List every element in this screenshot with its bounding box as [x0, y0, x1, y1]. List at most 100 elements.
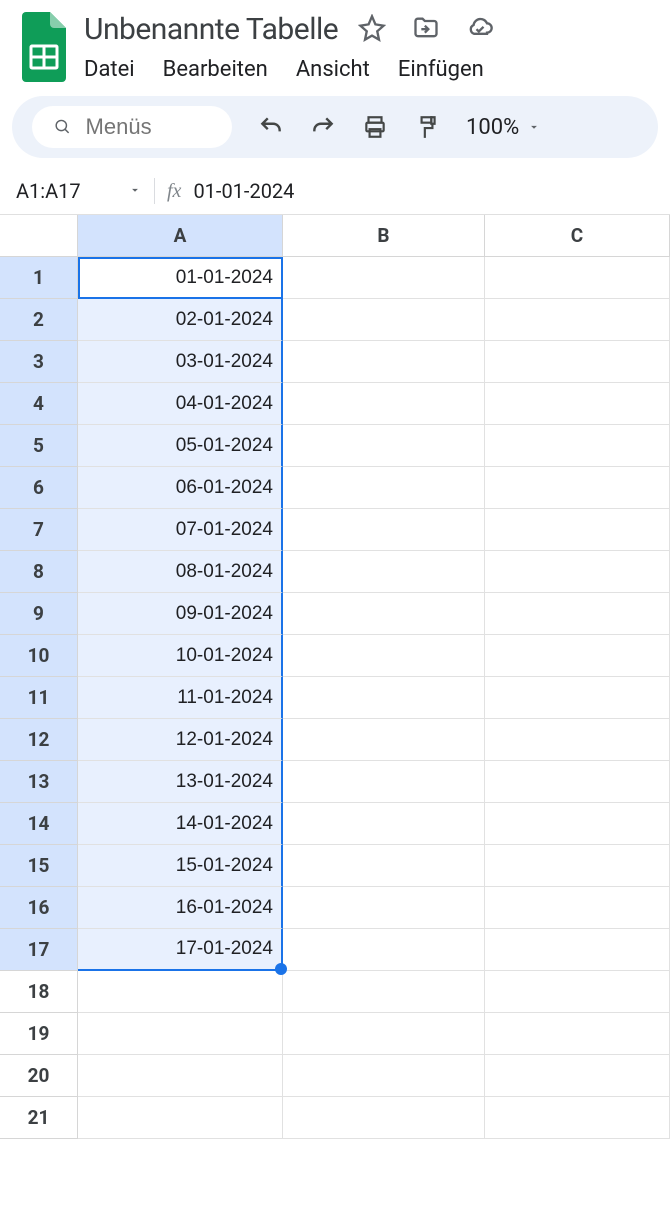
cell-A13[interactable]: 13-01-2024 [78, 761, 283, 803]
cell-B3[interactable] [283, 341, 485, 383]
row-header-3[interactable]: 3 [0, 341, 78, 383]
name-box[interactable]: A1:A17 [16, 179, 116, 203]
column-header-C[interactable]: C [485, 215, 670, 257]
row-header-8[interactable]: 8 [0, 551, 78, 593]
print-button[interactable] [362, 114, 388, 140]
row-header-17[interactable]: 17 [0, 929, 78, 971]
cloud-status-icon[interactable] [466, 14, 494, 46]
undo-button[interactable] [258, 114, 284, 140]
row-header-15[interactable]: 15 [0, 845, 78, 887]
column-header-A[interactable]: A [78, 215, 283, 257]
cell-C4[interactable] [485, 383, 670, 425]
cell-C9[interactable] [485, 593, 670, 635]
formula-input[interactable]: 01-01-2024 [193, 179, 294, 203]
name-box-dropdown[interactable] [128, 182, 142, 201]
cell-B13[interactable] [283, 761, 485, 803]
row-header-2[interactable]: 2 [0, 299, 78, 341]
cell-A7[interactable]: 07-01-2024 [78, 509, 283, 551]
cell-C15[interactable] [485, 845, 670, 887]
cell-C2[interactable] [485, 299, 670, 341]
fill-handle[interactable] [275, 963, 287, 975]
menu-edit[interactable]: Bearbeiten [163, 57, 268, 82]
cell-C14[interactable] [485, 803, 670, 845]
row-header-10[interactable]: 10 [0, 635, 78, 677]
cell-B12[interactable] [283, 719, 485, 761]
cell-C10[interactable] [485, 635, 670, 677]
cell-A10[interactable]: 10-01-2024 [78, 635, 283, 677]
cell-B21[interactable] [283, 1097, 485, 1139]
cell-A5[interactable]: 05-01-2024 [78, 425, 283, 467]
cell-B5[interactable] [283, 425, 485, 467]
cell-C20[interactable] [485, 1055, 670, 1097]
row-header-16[interactable]: 16 [0, 887, 78, 929]
cell-A4[interactable]: 04-01-2024 [78, 383, 283, 425]
cell-A8[interactable]: 08-01-2024 [78, 551, 283, 593]
cell-C13[interactable] [485, 761, 670, 803]
star-icon[interactable] [358, 14, 386, 46]
cell-C11[interactable] [485, 677, 670, 719]
redo-button[interactable] [310, 114, 336, 140]
cell-C6[interactable] [485, 467, 670, 509]
row-header-11[interactable]: 11 [0, 677, 78, 719]
row-header-21[interactable]: 21 [0, 1097, 78, 1139]
cell-B6[interactable] [283, 467, 485, 509]
cell-B1[interactable] [283, 257, 485, 299]
cell-A1[interactable]: 01-01-2024 [78, 257, 283, 299]
cell-A11[interactable]: 11-01-2024 [78, 677, 283, 719]
cell-B9[interactable] [283, 593, 485, 635]
cell-A20[interactable] [78, 1055, 283, 1097]
row-header-1[interactable]: 1 [0, 257, 78, 299]
row-header-13[interactable]: 13 [0, 761, 78, 803]
cell-A6[interactable]: 06-01-2024 [78, 467, 283, 509]
cell-C16[interactable] [485, 887, 670, 929]
cell-C17[interactable] [485, 929, 670, 971]
menu-search-input[interactable] [86, 114, 210, 140]
cell-A2[interactable]: 02-01-2024 [78, 299, 283, 341]
cell-B4[interactable] [283, 383, 485, 425]
cell-A9[interactable]: 09-01-2024 [78, 593, 283, 635]
cell-B17[interactable] [283, 929, 485, 971]
row-header-7[interactable]: 7 [0, 509, 78, 551]
cell-B2[interactable] [283, 299, 485, 341]
cell-C19[interactable] [485, 1013, 670, 1055]
cell-C7[interactable] [485, 509, 670, 551]
select-all-corner[interactable] [0, 215, 78, 257]
cell-A14[interactable]: 14-01-2024 [78, 803, 283, 845]
move-folder-icon[interactable] [412, 14, 440, 46]
cell-B7[interactable] [283, 509, 485, 551]
row-header-4[interactable]: 4 [0, 383, 78, 425]
cell-C5[interactable] [485, 425, 670, 467]
cell-C8[interactable] [485, 551, 670, 593]
row-header-12[interactable]: 12 [0, 719, 78, 761]
cell-A17[interactable]: 17-01-2024 [78, 929, 283, 971]
paint-format-button[interactable] [414, 114, 440, 140]
cell-C12[interactable] [485, 719, 670, 761]
cell-C18[interactable] [485, 971, 670, 1013]
cell-B16[interactable] [283, 887, 485, 929]
cell-A15[interactable]: 15-01-2024 [78, 845, 283, 887]
cell-B10[interactable] [283, 635, 485, 677]
row-header-9[interactable]: 9 [0, 593, 78, 635]
cell-B20[interactable] [283, 1055, 485, 1097]
cell-B19[interactable] [283, 1013, 485, 1055]
row-header-18[interactable]: 18 [0, 971, 78, 1013]
cell-A12[interactable]: 12-01-2024 [78, 719, 283, 761]
menu-search[interactable] [32, 106, 232, 148]
cell-B18[interactable] [283, 971, 485, 1013]
cell-B14[interactable] [283, 803, 485, 845]
cell-A18[interactable] [78, 971, 283, 1013]
cell-C1[interactable] [485, 257, 670, 299]
cell-C3[interactable] [485, 341, 670, 383]
cell-C21[interactable] [485, 1097, 670, 1139]
row-header-5[interactable]: 5 [0, 425, 78, 467]
cell-B8[interactable] [283, 551, 485, 593]
column-header-B[interactable]: B [283, 215, 485, 257]
cell-B15[interactable] [283, 845, 485, 887]
cell-B11[interactable] [283, 677, 485, 719]
spreadsheet-grid[interactable]: ABC101-01-2024202-01-2024303-01-2024404-… [0, 215, 670, 1139]
menu-file[interactable]: Datei [84, 57, 135, 82]
zoom-selector[interactable]: 100% [466, 115, 541, 140]
menu-insert[interactable]: Einfügen [398, 57, 484, 82]
menu-view[interactable]: Ansicht [296, 57, 370, 82]
row-header-6[interactable]: 6 [0, 467, 78, 509]
